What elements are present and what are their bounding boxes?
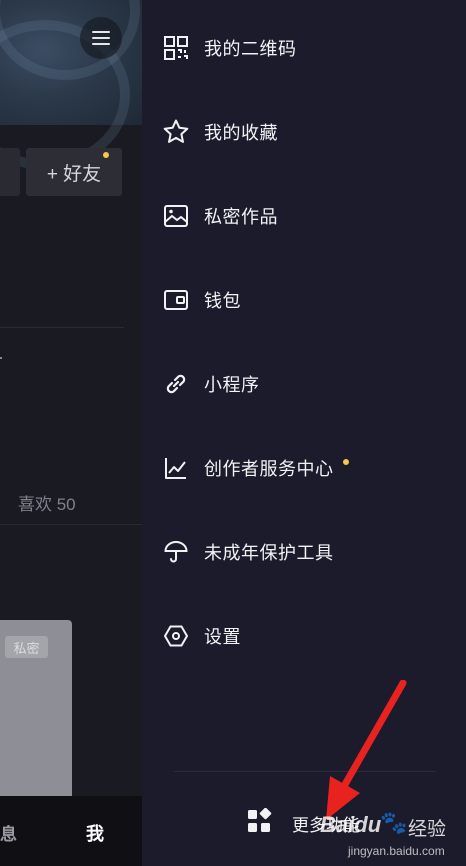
drawer-item-label: 钱包 bbox=[204, 291, 241, 311]
drawer-item-favorites[interactable]: 我的收藏 bbox=[142, 102, 466, 162]
drawer-item-minor-protection[interactable]: 未成年保护工具 bbox=[142, 522, 466, 582]
drawer-item-qr-code[interactable]: 我的二维码 bbox=[142, 18, 466, 78]
drawer-divider bbox=[174, 771, 436, 772]
tab-messages[interactable]: 息 bbox=[0, 820, 17, 845]
drawer-item-private-works[interactable]: 私密作品 bbox=[142, 186, 466, 246]
profile-banner bbox=[0, 0, 142, 170]
creator-center-notification-dot bbox=[343, 459, 349, 465]
drawer-item-label: 未成年保护工具 bbox=[204, 543, 334, 563]
drawer-item-label: 我的收藏 bbox=[204, 123, 278, 143]
link-icon bbox=[162, 370, 190, 398]
divider bbox=[0, 327, 124, 328]
divider bbox=[0, 524, 142, 525]
chart-icon bbox=[162, 454, 190, 482]
private-badge: 私密 bbox=[5, 636, 48, 658]
drawer-item-wallet[interactable]: 钱包 bbox=[142, 270, 466, 330]
drawer-item-label: 设置 bbox=[204, 627, 241, 647]
likes-tab[interactable]: 喜欢 50 bbox=[18, 490, 76, 515]
drawer-item-label: 我的二维码 bbox=[204, 39, 297, 59]
drawer-item-mini-programs[interactable]: 小程序 bbox=[142, 354, 466, 414]
side-drawer: 我的二维码 我的收藏 私密作品 钱包 小程序 创作者服务中心 未成年保护工具 设… bbox=[142, 0, 466, 866]
drawer-item-label: 创作者服务中心 bbox=[204, 459, 334, 479]
private-works-icon bbox=[162, 202, 190, 230]
qr-code-icon bbox=[162, 34, 190, 62]
add-friend-label: + 好友 bbox=[46, 163, 102, 185]
hexagon-settings-icon bbox=[162, 622, 190, 650]
bottom-tab-bar bbox=[0, 796, 142, 866]
drawer-item-label: 小程序 bbox=[204, 375, 260, 395]
edit-profile-button[interactable] bbox=[0, 148, 20, 196]
hamburger-menu-button[interactable] bbox=[80, 17, 122, 59]
hamburger-icon bbox=[92, 31, 110, 45]
drawer-item-creator-center[interactable]: 创作者服务中心 bbox=[142, 438, 466, 498]
umbrella-icon bbox=[162, 538, 190, 566]
tab-me[interactable]: 我 bbox=[86, 820, 104, 846]
grid-apps-icon bbox=[246, 807, 272, 834]
add-friend-notification-dot bbox=[103, 152, 109, 158]
watermark-suffix: 经验 bbox=[408, 819, 447, 840]
profile-page-background: + 好友 喜欢 50 私密 息 我 bbox=[0, 0, 142, 866]
watermark-logo-text: Baidu bbox=[320, 812, 382, 837]
drawer-item-label: 私密作品 bbox=[204, 207, 278, 227]
paw-icon: 🐾 bbox=[380, 810, 408, 835]
baidu-jingyan-watermark: Baidu 🐾 经验 jingyan.baidu.com bbox=[320, 806, 466, 866]
star-icon bbox=[162, 118, 190, 146]
drawer-item-settings[interactable]: 设置 bbox=[142, 606, 466, 666]
watermark-url: jingyan.baidu.com bbox=[348, 844, 445, 858]
wallet-icon bbox=[162, 286, 190, 314]
divider bbox=[0, 357, 2, 359]
